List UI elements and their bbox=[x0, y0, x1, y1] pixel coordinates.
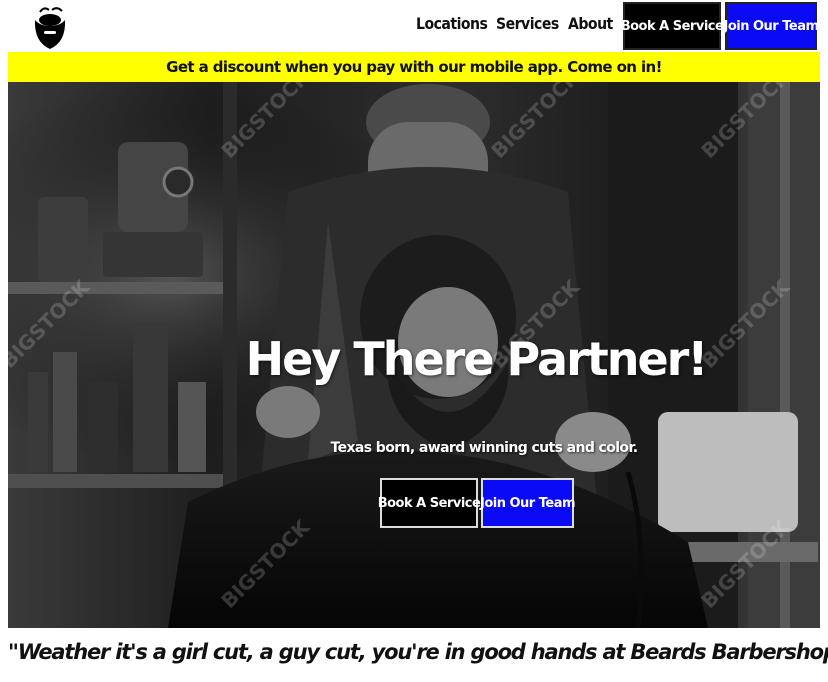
hero-subtitle: Texas born, award winning cuts and color… bbox=[330, 440, 639, 456]
nav-locations[interactable]: Locations bbox=[416, 14, 488, 33]
testimonial-quote: "Weather it's a girl cut, a guy cut, you… bbox=[8, 640, 828, 664]
book-service-button[interactable]: Book A Service bbox=[621, 2, 724, 50]
bearded-man-logo-icon[interactable] bbox=[32, 4, 68, 50]
nav-about[interactable]: About bbox=[568, 14, 613, 33]
hero-title: Hey There Partner! bbox=[245, 332, 709, 386]
site-header: Locations Services About Book A Service … bbox=[8, 0, 820, 52]
hero-join-team-button[interactable]: Join Our Team bbox=[480, 478, 576, 528]
hero-book-service-button[interactable]: Book A Service bbox=[378, 478, 481, 528]
nav-services[interactable]: Services bbox=[496, 14, 559, 33]
join-team-button[interactable]: Join Our Team bbox=[723, 2, 819, 50]
page: Locations Services About Book A Service … bbox=[0, 0, 828, 682]
hero-section: BIGSTOCK BIGSTOCK BIGSTOCK BIGSTOCK BIGS… bbox=[8, 82, 820, 628]
promo-banner: Get a discount when you pay with our mob… bbox=[8, 52, 820, 82]
